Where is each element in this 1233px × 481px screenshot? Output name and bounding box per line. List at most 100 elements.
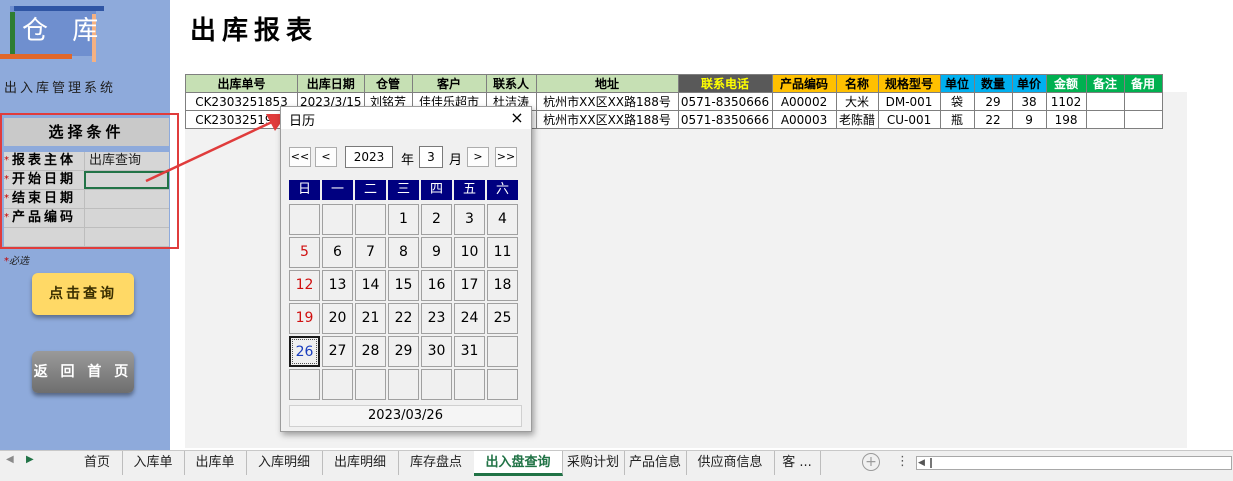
- table-cell[interactable]: 老陈醋: [835, 110, 879, 129]
- month-input[interactable]: 3: [419, 146, 443, 168]
- next-month-button[interactable]: >: [467, 147, 489, 167]
- calendar-day[interactable]: [355, 204, 386, 235]
- sheet-tab[interactable]: 库存盘点: [398, 451, 475, 475]
- calendar-day[interactable]: 31: [454, 336, 485, 367]
- tab-scroll-right-icon[interactable]: ▶: [26, 454, 34, 465]
- sheet-tab[interactable]: 采购计划: [562, 451, 625, 475]
- table-cell[interactable]: 杭州市XX区XX路188号: [535, 110, 679, 129]
- table-header-cell[interactable]: 联系电话: [677, 74, 773, 93]
- prev-month-button[interactable]: <: [315, 147, 337, 167]
- table-cell[interactable]: 1102: [1045, 92, 1087, 111]
- calendar-day[interactable]: 18: [487, 270, 518, 301]
- close-icon[interactable]: ×: [507, 107, 527, 129]
- calendar-day[interactable]: 15: [388, 270, 419, 301]
- home-button[interactable]: 返 回 首 页: [32, 351, 134, 393]
- table-cell[interactable]: 38: [1011, 92, 1047, 111]
- table-cell[interactable]: 瓶: [939, 110, 975, 129]
- calendar-day[interactable]: 6: [322, 237, 353, 268]
- table-cell[interactable]: A00002: [771, 92, 837, 111]
- more-options-icon[interactable]: ⋮: [896, 454, 909, 469]
- table-cell[interactable]: 袋: [939, 92, 975, 111]
- table-header-cell[interactable]: 联系人: [485, 74, 537, 93]
- calendar-day[interactable]: [487, 336, 518, 367]
- table-cell[interactable]: 杭州市XX区XX路188号: [535, 92, 679, 111]
- table-header-cell[interactable]: 地址: [535, 74, 679, 93]
- table-cell[interactable]: [1123, 110, 1163, 129]
- tab-scroll-left-icon[interactable]: ◀: [6, 454, 14, 465]
- horizontal-scrollbar[interactable]: [916, 456, 1232, 470]
- calendar-day-selected[interactable]: 26: [289, 336, 320, 367]
- table-cell[interactable]: [1123, 92, 1163, 111]
- sheet-tab[interactable]: 入库明细: [246, 451, 323, 475]
- calendar-day[interactable]: [421, 369, 452, 400]
- table-header-cell[interactable]: 客户: [411, 74, 487, 93]
- calendar-day[interactable]: 25: [487, 303, 518, 334]
- calendar-day[interactable]: 29: [388, 336, 419, 367]
- calendar-day[interactable]: [322, 204, 353, 235]
- calendar-day[interactable]: 30: [421, 336, 452, 367]
- calendar-day[interactable]: 9: [421, 237, 452, 268]
- calendar-day[interactable]: 5: [289, 237, 320, 268]
- calendar-day[interactable]: 23: [421, 303, 452, 334]
- calendar-day[interactable]: 27: [322, 336, 353, 367]
- add-sheet-icon[interactable]: +: [862, 453, 880, 471]
- calendar-day[interactable]: [289, 369, 320, 400]
- calendar-day[interactable]: 17: [454, 270, 485, 301]
- calendar-day[interactable]: [487, 369, 518, 400]
- sheet-tab[interactable]: 出库明细: [322, 451, 399, 475]
- calendar-day[interactable]: 11: [487, 237, 518, 268]
- year-input[interactable]: 2023: [345, 146, 393, 168]
- sheet-tab[interactable]: 客 ...: [774, 451, 821, 475]
- table-header-cell[interactable]: 单价: [1011, 74, 1047, 93]
- calendar-day[interactable]: 22: [388, 303, 419, 334]
- table-cell[interactable]: 22: [973, 110, 1013, 129]
- calendar-day[interactable]: 2: [421, 204, 452, 235]
- table-cell[interactable]: CU-001: [877, 110, 941, 129]
- calendar-day[interactable]: 7: [355, 237, 386, 268]
- table-header-cell[interactable]: 产品编码: [771, 74, 837, 93]
- table-header-cell[interactable]: 金额: [1045, 74, 1087, 93]
- table-cell[interactable]: 198: [1045, 110, 1087, 129]
- calendar-day[interactable]: 20: [322, 303, 353, 334]
- table-header-cell[interactable]: 出库日期: [297, 74, 365, 93]
- sheet-tab[interactable]: 供应商信息: [686, 451, 775, 475]
- table-cell[interactable]: 0571-8350666: [677, 110, 773, 129]
- table-cell[interactable]: [1085, 92, 1125, 111]
- scrollbar-thumb[interactable]: [930, 458, 932, 468]
- calendar-day[interactable]: 14: [355, 270, 386, 301]
- calendar-day[interactable]: 21: [355, 303, 386, 334]
- sheet-tab[interactable]: 出库单: [184, 451, 247, 475]
- sheet-tab[interactable]: 产品信息: [624, 451, 687, 475]
- table-header-cell[interactable]: 规格型号: [877, 74, 941, 93]
- prev-year-button[interactable]: <<: [289, 147, 311, 167]
- table-cell[interactable]: 0571-8350666: [677, 92, 773, 111]
- calendar-day[interactable]: 16: [421, 270, 452, 301]
- calendar-day[interactable]: 12: [289, 270, 320, 301]
- sheet-tab[interactable]: 首页: [72, 451, 123, 475]
- table-header-cell[interactable]: 仓管: [363, 74, 413, 93]
- calendar-day[interactable]: 13: [322, 270, 353, 301]
- query-button[interactable]: 点击查询: [32, 273, 134, 315]
- calendar-day[interactable]: [322, 369, 353, 400]
- table-header-cell[interactable]: 出库单号: [185, 74, 298, 93]
- table-header-cell[interactable]: 单位: [939, 74, 975, 93]
- calendar-day[interactable]: 28: [355, 336, 386, 367]
- calendar-day[interactable]: 19: [289, 303, 320, 334]
- calendar-day[interactable]: 4: [487, 204, 518, 235]
- table-header-cell[interactable]: 名称: [835, 74, 879, 93]
- table-cell[interactable]: 9: [1011, 110, 1047, 129]
- table-cell[interactable]: DM-001: [877, 92, 941, 111]
- table-header-cell[interactable]: 数量: [973, 74, 1013, 93]
- calendar-day[interactable]: [355, 369, 386, 400]
- calendar-day[interactable]: [289, 204, 320, 235]
- next-year-button[interactable]: >>: [495, 147, 517, 167]
- calendar-popup[interactable]: 日历 × << < 2023 年 3 月 > >> 日一二三四五六1234567…: [280, 106, 532, 432]
- calendar-day[interactable]: 24: [454, 303, 485, 334]
- calendar-day[interactable]: [388, 369, 419, 400]
- sheet-tab[interactable]: 出入盘查询: [474, 451, 563, 476]
- calendar-day[interactable]: 8: [388, 237, 419, 268]
- calendar-day[interactable]: 1: [388, 204, 419, 235]
- calendar-day[interactable]: 3: [454, 204, 485, 235]
- table-cell[interactable]: 29: [973, 92, 1013, 111]
- table-header-cell[interactable]: 备注: [1085, 74, 1125, 93]
